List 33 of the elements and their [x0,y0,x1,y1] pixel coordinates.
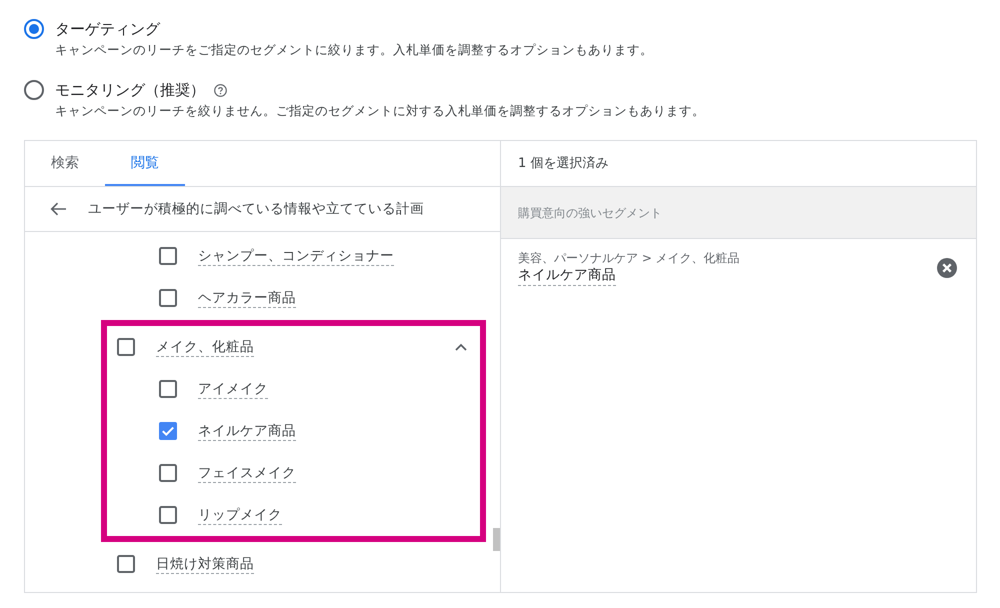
option-description: キャンペーンのリーチをご指定のセグメントに絞ります。入札単価を調整するオプションもあります。 [55,41,653,59]
selected-segment-label: ネイルケア商品 [518,266,616,286]
checkbox[interactable] [159,422,177,440]
option-title: モニタリング（推奨） [55,80,205,100]
segment-label: ネイルケア商品 [198,422,296,440]
checkbox[interactable] [117,338,135,356]
option-title: ターゲティング [55,19,160,39]
scrollbar-thumb[interactable] [493,528,500,551]
help-icon[interactable] [214,84,227,96]
segment-path: 美容、パーソナルケア > メイク、化粧品 [518,250,740,266]
tab[interactable]: 閲覧 [105,141,185,186]
tab[interactable]: 検索 [25,141,105,186]
segment-label: リップメイク [198,506,282,524]
segment-label: ヘアカラー商品 [198,288,296,308]
radio-button[interactable] [24,80,44,100]
chevron-up-icon[interactable] [455,343,467,351]
segment-label: アイメイク [198,380,268,398]
checkbox[interactable] [159,464,177,482]
checkbox[interactable] [159,289,177,307]
checkbox[interactable] [159,380,177,398]
back-arrow-icon[interactable] [50,202,67,216]
breadcrumb-title: ユーザーが積極的に調べている情報や立てている計画 [88,200,424,219]
checkbox[interactable] [159,247,177,265]
checkbox[interactable] [117,555,135,573]
segment-label: 日焼け対策商品 [156,554,254,574]
group-header: 購買意向の強いセグメント [501,187,976,239]
segment-label: フェイスメイク [198,464,296,482]
segment-label: メイク、化粧品 [156,338,254,356]
checkbox[interactable] [159,506,177,524]
radio-button[interactable] [24,19,44,39]
option-description: キャンペーンのリーチを絞りません。ご指定のセグメントに対する入札単価を調整するオプションもあります。 [55,102,705,120]
close-icon[interactable] [937,258,957,278]
segment-label: シャンプー、コンディショナー [198,246,394,266]
